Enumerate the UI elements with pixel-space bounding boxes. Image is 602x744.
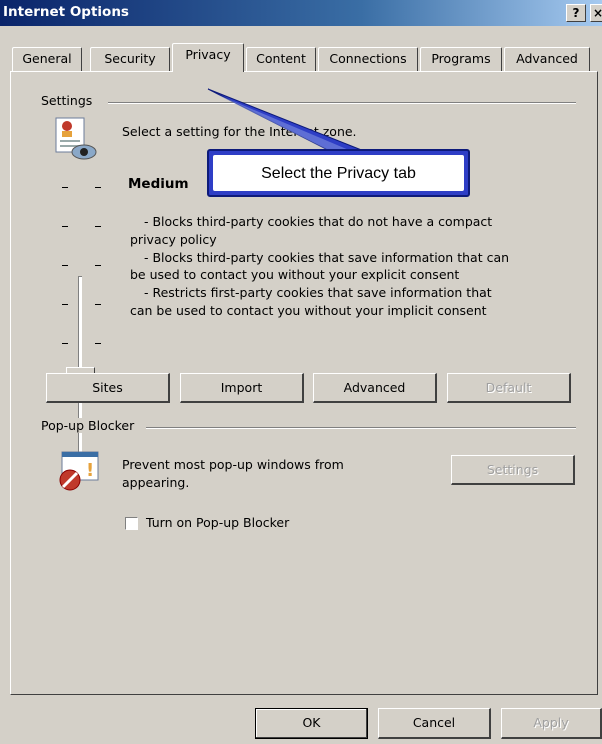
callout-text: Select the Privacy tab [213, 155, 464, 191]
callout-box: Select the Privacy tab [207, 149, 470, 197]
callout-pointer [207, 88, 365, 153]
